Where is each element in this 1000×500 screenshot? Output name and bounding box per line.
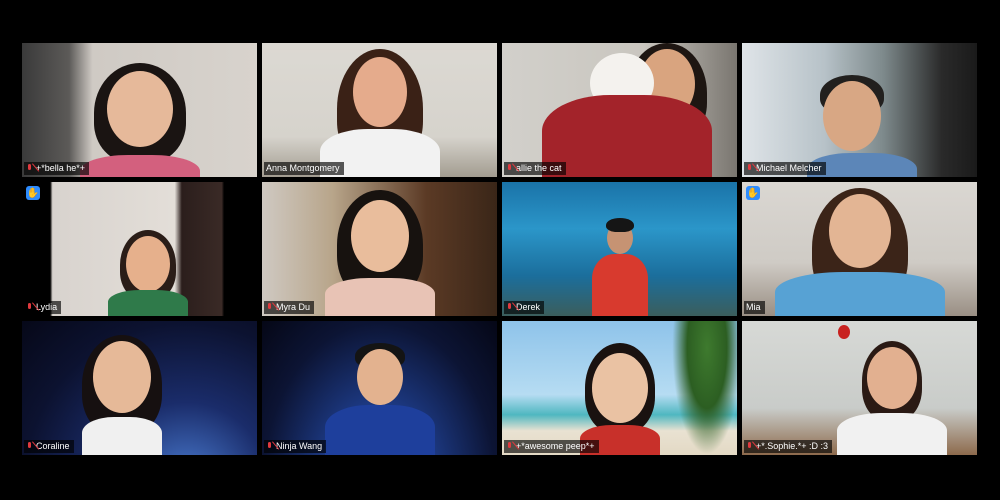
video-feed [262,182,497,316]
gallery-view: +*bella he*+ Anna Montgomery allie the c… [22,43,977,455]
participant-nameplate: Derek [504,301,545,314]
video-feed [502,43,737,177]
participant-name: allie the cat [516,163,562,173]
participant-nameplate: Anna Montgomery [264,162,344,175]
participant-name: Derek [516,302,541,312]
participant-nameplate: Ninja Wang [264,440,327,453]
participant-nameplate: Mia [744,301,765,314]
video-tile[interactable]: Michael Melcher [742,43,977,177]
video-feed [22,321,257,455]
mic-muted-icon [26,303,33,312]
video-tile[interactable]: +*.Sophie.*+ :D :3 [742,321,977,455]
video-tile[interactable]: allie the cat [502,43,737,177]
video-feed [262,43,497,177]
mic-muted-icon [746,442,753,451]
video-feed [742,321,977,455]
video-feed [502,182,737,316]
participant-name: Michael Melcher [756,163,822,173]
mic-muted-icon [746,164,753,173]
participant-name: +*.Sophie.*+ :D :3 [756,441,829,451]
ornament [838,325,850,339]
participant-nameplate: +*awesome peep*+ [504,440,599,453]
participant-name: +*bella he*+ [36,163,86,173]
mic-muted-icon [266,303,273,312]
participant-nameplate: Coraline [24,440,74,453]
video-feed [22,182,257,316]
video-feed [262,321,497,455]
participant-nameplate: allie the cat [504,162,566,175]
mic-muted-icon [26,442,33,451]
video-tile[interactable]: +*awesome peep*+ [502,321,737,455]
participant-name: Anna Montgomery [266,163,340,173]
video-tile[interactable]: Coraline [22,321,257,455]
video-tile[interactable]: +*bella he*+ [22,43,257,177]
mic-muted-icon [506,303,513,312]
participant-nameplate: Lydia [24,301,62,314]
raise-hand-icon: ✋ [26,186,40,200]
mic-muted-icon [266,442,273,451]
video-tile[interactable]: ✋ Lydia [22,182,257,316]
video-tile[interactable]: Ninja Wang [262,321,497,455]
participant-name: Lydia [36,302,58,312]
participant-nameplate: +*.Sophie.*+ :D :3 [744,440,833,453]
video-feed [742,182,977,316]
participant-name: Mia [746,302,761,312]
video-tile[interactable]: Myra Du [262,182,497,316]
video-tile[interactable]: ✋ Mia [742,182,977,316]
video-feed [742,43,977,177]
participant-nameplate: Myra Du [264,301,315,314]
mic-muted-icon [506,442,513,451]
participant-name: Coraline [36,441,70,451]
participant-nameplate: Michael Melcher [744,162,826,175]
video-feed [502,321,737,455]
mic-muted-icon [506,164,513,173]
video-tile-active-speaker[interactable]: Anna Montgomery [262,43,497,177]
participant-nameplate: +*bella he*+ [24,162,90,175]
participant-name: +*awesome peep*+ [516,441,595,451]
palm-tree [672,321,737,455]
video-feed [22,43,257,177]
participant-name: Myra Du [276,302,311,312]
participant-name: Ninja Wang [276,441,323,451]
mic-muted-icon [26,164,33,173]
raise-hand-icon: ✋ [746,186,760,200]
video-tile[interactable]: Derek [502,182,737,316]
